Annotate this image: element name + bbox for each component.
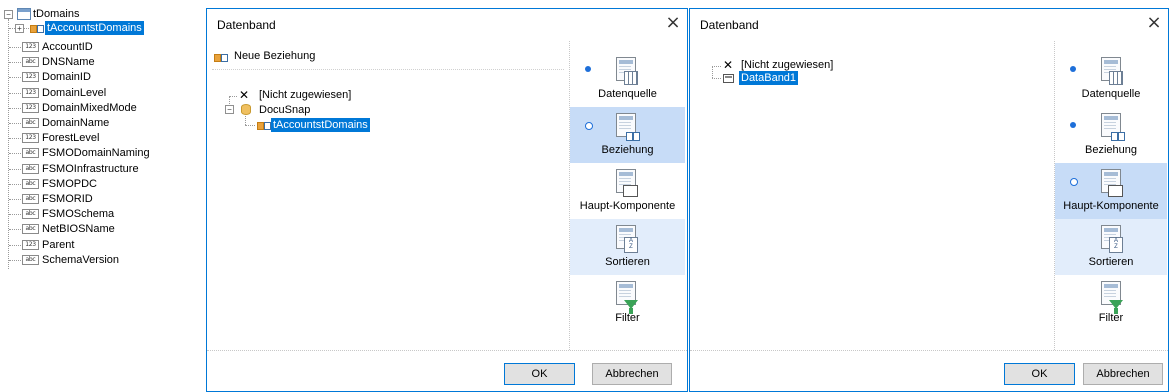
tree-node-field[interactable]: DomainMixedMode [42,101,137,115]
cancel-button[interactable]: Abbrechen [1083,363,1163,385]
numeric-field-icon: 123 [22,240,39,250]
sort-icon: AZ [1097,225,1123,253]
nav-beziehung[interactable]: Beziehung [570,107,685,163]
tree-node-databand-selected[interactable]: DataBand1 [739,71,799,85]
tree-node-not-assigned[interactable]: [Nicht zugewiesen] [259,89,351,101]
sort-icon: AZ [612,225,638,253]
master-component-icon [612,169,638,197]
tree-node-field[interactable]: Parent [42,238,74,252]
cancel-button[interactable]: Abbrechen [592,363,672,385]
tree-node-relation[interactable]: tAccountstDomains [45,21,144,35]
bullet-icon [585,66,591,72]
text-field-icon: abc [22,57,39,67]
relation-icon [257,121,271,130]
nav-datenquelle[interactable]: Datenquelle [570,51,685,107]
text-field-icon: abc [22,224,39,234]
tree-node-field[interactable]: FSMORID [42,192,93,206]
tree-node-not-assigned[interactable]: [Nicht zugewiesen] [741,59,833,71]
datasource-icon [1097,57,1123,85]
relation-icon [214,53,228,62]
expand-toggle-relation[interactable]: + [15,24,24,33]
tree-node-field[interactable]: AccountID [42,40,93,54]
nav-sortieren[interactable]: AZ Sortieren [570,219,685,275]
nav-beziehung[interactable]: Beziehung [1055,107,1167,163]
ok-button[interactable]: OK [504,363,575,385]
tree-node-source[interactable]: DocuSnap [259,104,310,116]
dialog-databand-relation: Datenband × Neue Beziehung ✕ [Nicht zuge… [206,8,688,392]
tree-node-field[interactable]: ForestLevel [42,131,99,145]
text-field-icon: abc [22,118,39,128]
numeric-field-icon: 123 [22,42,39,52]
filter-icon [1097,281,1123,314]
relation-nav-icon [1097,113,1125,141]
ok-button[interactable]: OK [1004,363,1075,385]
tree-node-field[interactable]: NetBIOSName [42,222,115,236]
tree-node-field[interactable]: DomainName [42,116,109,130]
tree-node-field[interactable]: FSMOSchema [42,207,114,221]
dialog-databand-master: Datenband × ✕ [Nicht zugewiesen] DataBan… [689,8,1169,392]
nav-filter[interactable]: Filter [1055,275,1167,331]
relation-pane: Neue Beziehung ✕ [Nicht zugewiesen] − Do… [207,41,570,350]
table-icon [17,8,31,20]
field-tree[interactable]: − tDomains + tAccountstDomains 123 Accoun… [0,0,200,392]
nav-filter[interactable]: Filter [570,275,685,331]
text-field-icon: abc [22,164,39,174]
close-icon[interactable]: × [1143,12,1165,34]
new-relation-button[interactable]: Neue Beziehung [234,50,315,62]
text-field-icon: abc [22,179,39,189]
nav-haupt-komponente[interactable]: Haupt-Komponente [570,163,685,219]
collapse-toggle-root[interactable]: − [4,10,13,19]
close-icon[interactable]: × [662,12,684,34]
relation-icon [30,24,44,33]
databand-icon [723,74,734,83]
not-assigned-icon: ✕ [239,88,250,102]
text-field-icon: abc [22,194,39,204]
bullet-icon [1070,122,1076,128]
component-pane: ✕ [Nicht zugewiesen] DataBand1 [690,41,1055,350]
tree-node-field[interactable]: FSMOPDC [42,177,97,191]
not-assigned-icon: ✕ [723,58,734,72]
nav-sidebar: Datenquelle Beziehung Haupt-Komponente A… [1055,41,1167,350]
numeric-field-icon: 123 [22,103,39,113]
tree-node-field[interactable]: DNSName [42,55,95,69]
nav-haupt-komponente[interactable]: Haupt-Komponente [1055,163,1167,219]
bullet-icon [1070,178,1078,186]
tree-node-field[interactable]: FSMODomainNaming [42,146,150,160]
numeric-field-icon: 123 [22,72,39,82]
relation-nav-icon [612,113,640,141]
tree-node-field[interactable]: FSMOInfrastructure [42,162,139,176]
datasource-icon [612,57,638,85]
collapse-toggle-source[interactable]: − [225,105,234,114]
tree-node-field[interactable]: DomainID [42,70,91,84]
dialog-title: Datenband [700,18,759,32]
database-icon [241,104,251,115]
text-field-icon: abc [22,148,39,158]
bullet-icon [585,122,593,130]
tree-node-relation-selected[interactable]: tAccountstDomains [271,118,370,132]
nav-sortieren[interactable]: AZ Sortieren [1055,219,1167,275]
dialog-title: Datenband [217,18,276,32]
bullet-icon [1070,66,1076,72]
numeric-field-icon: 123 [22,133,39,143]
filter-icon [612,281,638,314]
nav-sidebar: Datenquelle Beziehung Haupt-Komponente A… [570,41,686,350]
text-field-icon: abc [22,255,39,265]
tree-node-root[interactable]: tDomains [33,7,79,21]
tree-node-field[interactable]: DomainLevel [42,86,106,100]
master-component-icon [1097,169,1123,197]
numeric-field-icon: 123 [22,88,39,98]
text-field-icon: abc [22,209,39,219]
tree-node-field[interactable]: SchemaVersion [42,253,119,267]
nav-datenquelle[interactable]: Datenquelle [1055,51,1167,107]
